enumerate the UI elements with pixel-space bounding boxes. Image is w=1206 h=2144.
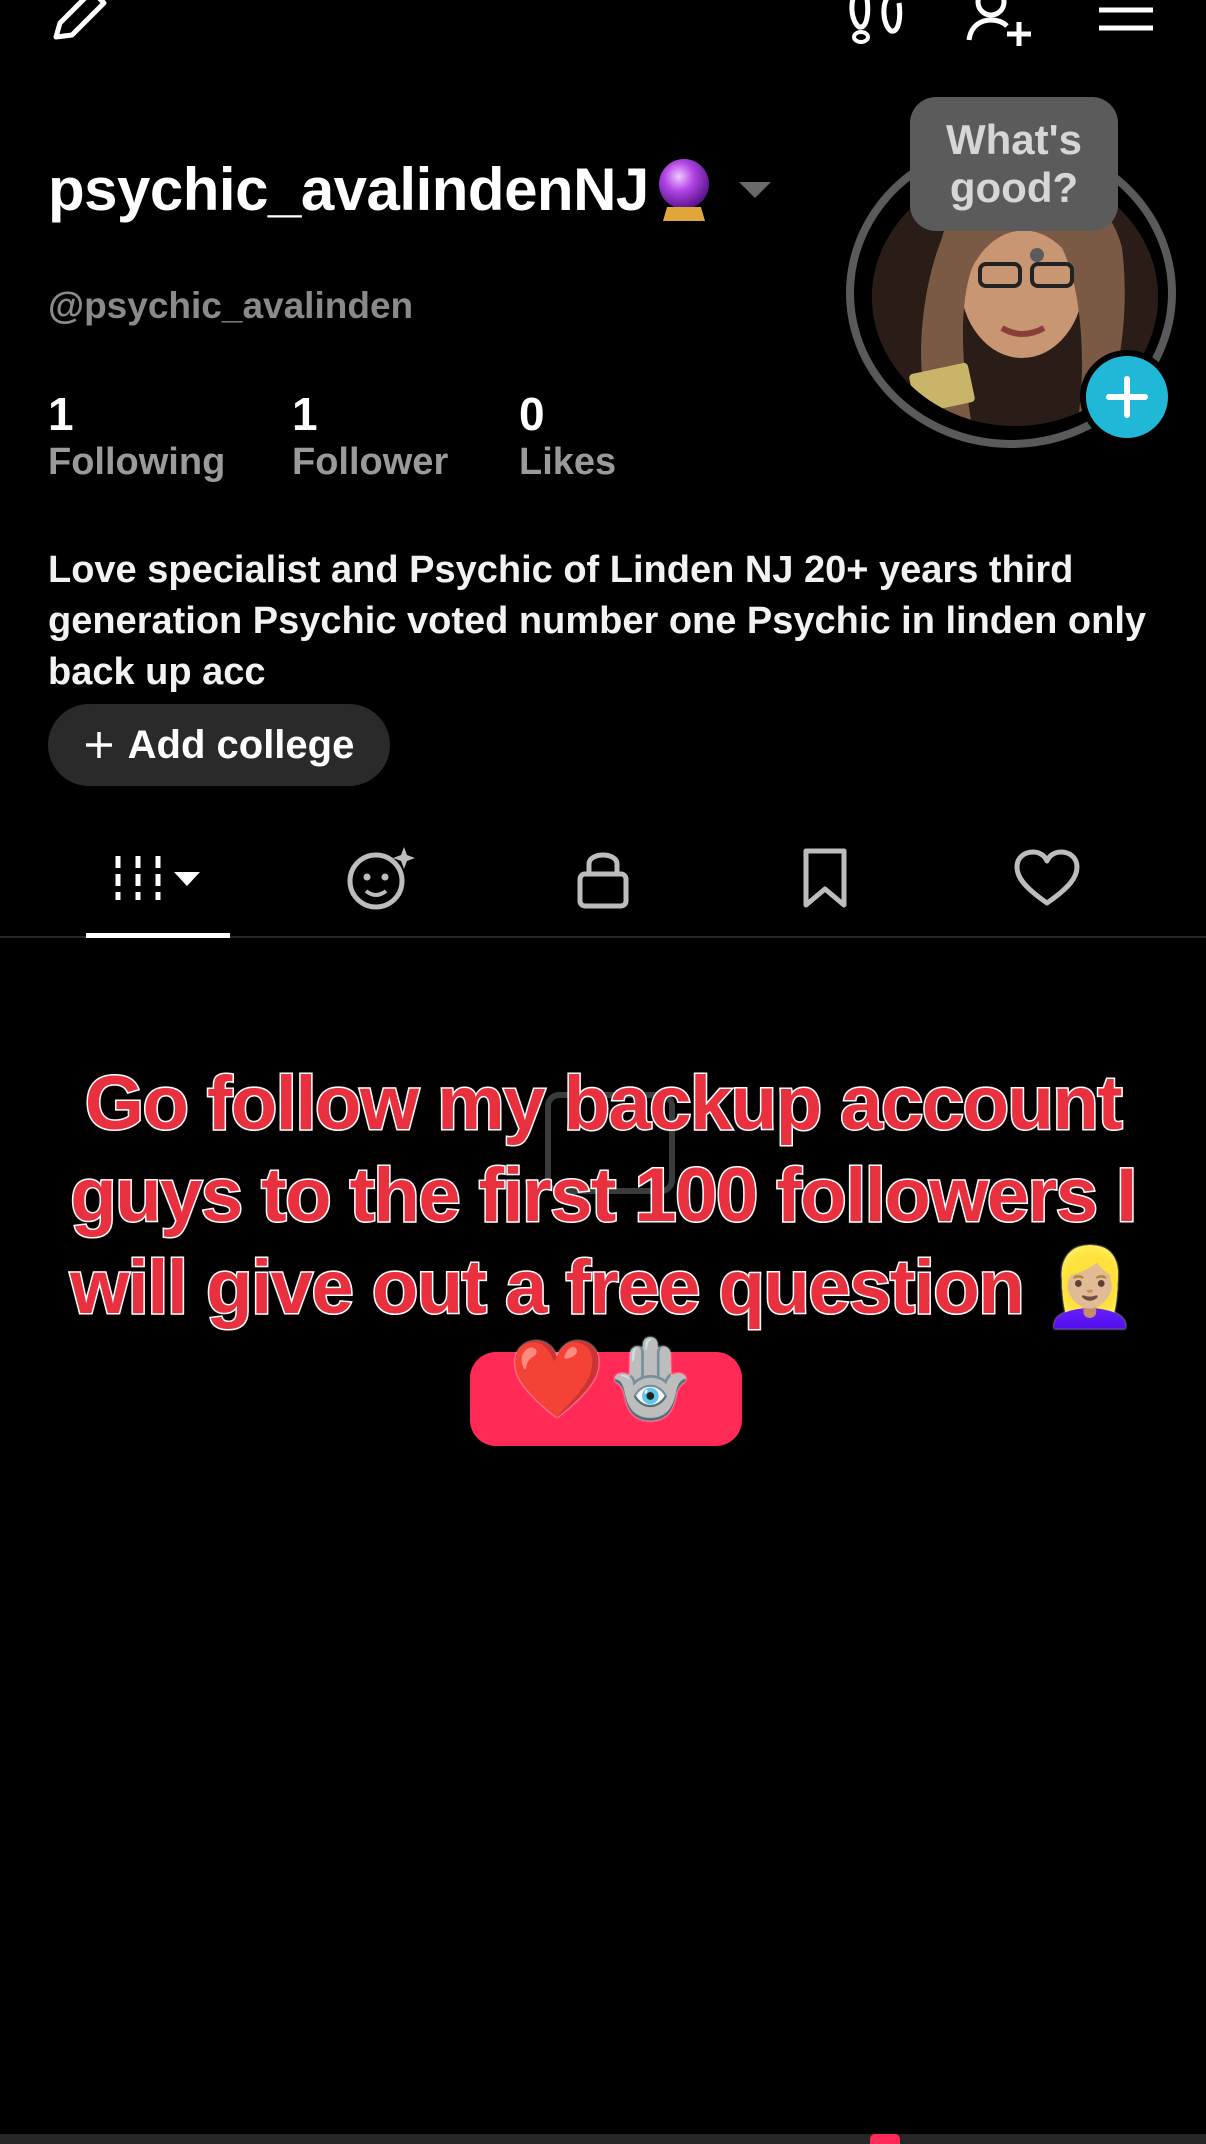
tab-private[interactable] (528, 820, 678, 936)
bookmark-icon (803, 848, 847, 908)
followers-count: 1 (292, 388, 318, 440)
bottom-nav-indicator (870, 2134, 900, 2144)
following-label: Following (48, 441, 226, 483)
profile-tab-bar (0, 820, 1206, 938)
active-tab-indicator (86, 933, 230, 938)
status-bubble[interactable]: What's good? (910, 97, 1118, 231)
add-friend-button[interactable] (960, 0, 1040, 48)
plus-icon (1106, 376, 1148, 418)
plus-icon (85, 732, 112, 758)
menu-button[interactable] (1094, 0, 1158, 48)
chevron-down-icon[interactable] (735, 178, 775, 202)
tab-videos[interactable] (86, 820, 230, 938)
add-user-icon (966, 0, 1031, 46)
overlay-caption: Go follow my backup account guys to the … (69, 1060, 1139, 1424)
display-name-text: psychic_avalindenNJ (48, 156, 649, 223)
add-college-label: Add college (127, 722, 355, 767)
likes-count: 0 (519, 388, 545, 440)
following-stat[interactable]: 1 Following (48, 388, 225, 484)
grid-columns-icon (115, 856, 200, 900)
crystal-ball-icon (655, 157, 713, 223)
following-count: 1 (48, 388, 74, 440)
add-story-button[interactable] (1080, 350, 1174, 444)
pencil-icon (53, 0, 107, 40)
likes-label: Likes (519, 441, 617, 483)
tab-reposts[interactable] (306, 820, 456, 936)
followers-label: Follower (292, 441, 449, 483)
profile-bio[interactable]: Love specialist and Psychic of Linden NJ… (48, 545, 1168, 698)
display-name[interactable]: psychic_avalindenNJ (48, 155, 775, 224)
sparkle-face-icon (347, 847, 415, 910)
followers-stat[interactable]: 1 Follower (292, 388, 448, 484)
likes-stat[interactable]: 0 Likes (519, 388, 616, 484)
lock-icon (577, 852, 629, 909)
profile-views-button[interactable] (838, 0, 918, 48)
bottom-nav-edge (0, 2134, 1206, 2144)
tab-liked[interactable] (972, 820, 1122, 936)
add-college-button[interactable]: Add college (48, 704, 390, 786)
username-handle: @psychic_avalinden (48, 285, 414, 326)
hamburger-menu-icon (1099, 7, 1153, 31)
tab-favorites[interactable] (750, 820, 900, 936)
edit-profile-button[interactable] (44, 0, 114, 48)
bubble-tail (1030, 248, 1044, 262)
heart-icon (1014, 849, 1080, 906)
footprints-icon (849, 0, 903, 44)
